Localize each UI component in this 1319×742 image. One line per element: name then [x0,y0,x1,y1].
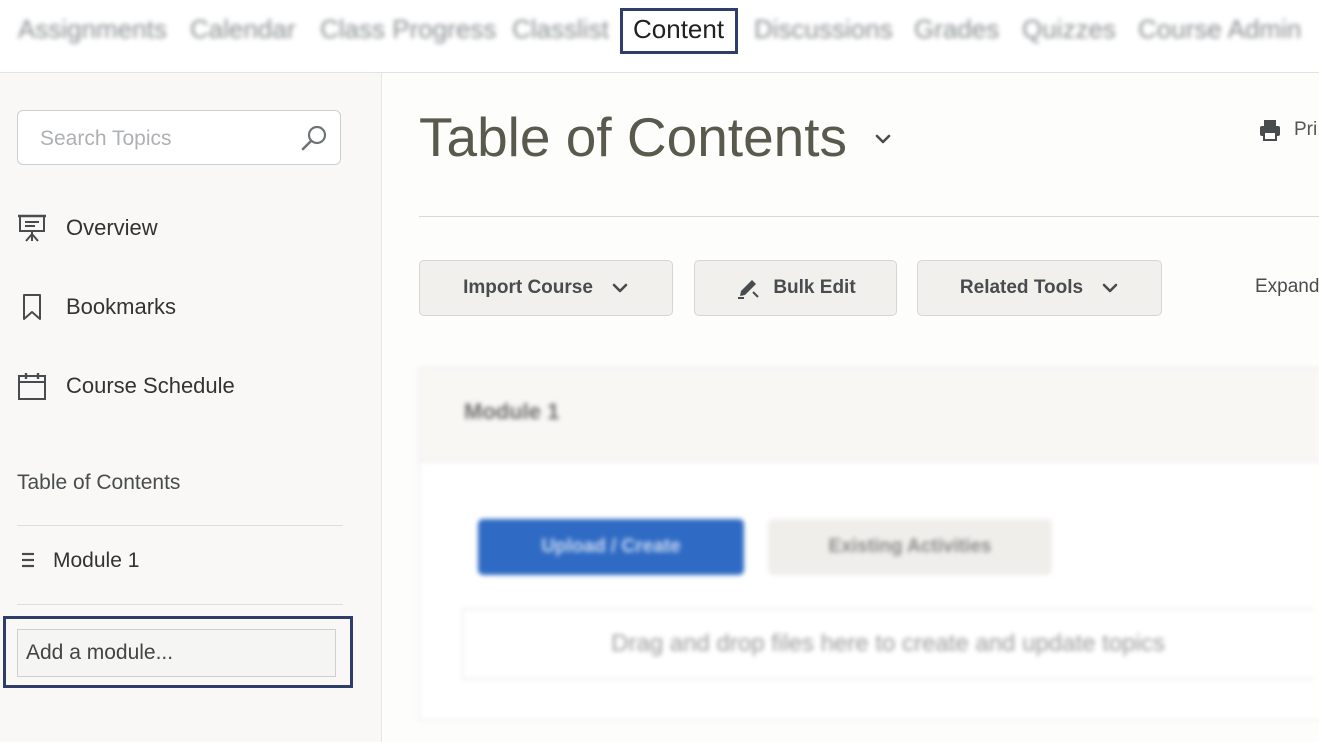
bulk-edit-button[interactable]: Bulk Edit [694,260,897,316]
print-label: Pri [1294,119,1318,140]
module-header: Module 1 [420,369,1319,462]
nav-course-admin[interactable]: Course Admin [1138,14,1301,45]
sidebar-item-bookmarks[interactable]: Bookmarks [17,292,176,322]
main-content: Table of Contents Pri Import Course Bulk… [382,73,1319,742]
sidebar-item-course-schedule[interactable]: Course Schedule [17,371,235,401]
nav-assignments[interactable]: Assignments [18,14,167,45]
nav-calendar[interactable]: Calendar [190,14,296,45]
expand-link[interactable]: Expand [1255,276,1319,298]
button-label: Bulk Edit [773,277,856,298]
search-box [17,110,341,165]
sidebar-item-overview[interactable]: Overview [17,213,158,243]
divider [17,604,343,605]
sidebar-item-module-1[interactable]: Module 1 [17,549,139,573]
dropzone-text: Drag and drop files here to create and u… [611,630,1165,657]
toc-heading[interactable]: Table of Contents [17,471,180,495]
related-tools-button[interactable]: Related Tools [917,260,1162,316]
top-navigation: Assignments Calendar Class Progress Clas… [0,0,1319,73]
nav-quizzes[interactable]: Quizzes [1022,14,1116,45]
sidebar-item-label: Bookmarks [66,294,177,319]
button-label: Existing Activities [828,536,992,557]
file-dropzone[interactable]: Drag and drop files here to create and u… [462,609,1313,679]
nav-discussions[interactable]: Discussions [754,14,893,45]
content-tab-highlight [620,8,738,54]
add-module-input[interactable] [18,630,335,676]
sidebar-item-label: Course Schedule [66,373,235,398]
sidebar: Overview Bookmarks Course Schedule Table… [0,73,382,742]
chevron-down-icon [1102,283,1118,293]
button-label: Import Course [463,277,593,298]
printer-icon [1260,120,1280,141]
print-button[interactable]: Pri [1258,118,1317,142]
nav-grades[interactable]: Grades [914,14,999,45]
pencil-icon [738,280,760,299]
module-panel: Module 1 Upload / Create Existing Activi… [419,368,1319,720]
nav-classlist[interactable]: Classlist [512,14,609,45]
chevron-down-icon[interactable] [872,128,894,150]
chevron-down-icon [612,283,628,293]
bookmark-icon [23,294,41,320]
presentation-icon [18,214,46,242]
module-label: Module 1 [53,549,140,572]
import-course-button[interactable]: Import Course [419,260,673,316]
list-icon [22,552,34,568]
calendar-icon [18,373,46,400]
divider [17,525,343,526]
button-label: Upload / Create [541,536,681,557]
existing-activities-button[interactable]: Existing Activities [768,519,1052,575]
module-title[interactable]: Module 1 [464,399,559,425]
divider [419,216,1319,217]
add-module-field [17,629,336,677]
nav-class-progress[interactable]: Class Progress [320,14,496,45]
search-icon[interactable] [300,124,328,152]
sidebar-item-label: Overview [66,215,158,240]
page-title: Table of Contents [419,106,848,168]
search-input[interactable] [38,123,292,155]
button-label: Related Tools [959,277,1084,298]
upload-create-button[interactable]: Upload / Create [478,519,744,575]
